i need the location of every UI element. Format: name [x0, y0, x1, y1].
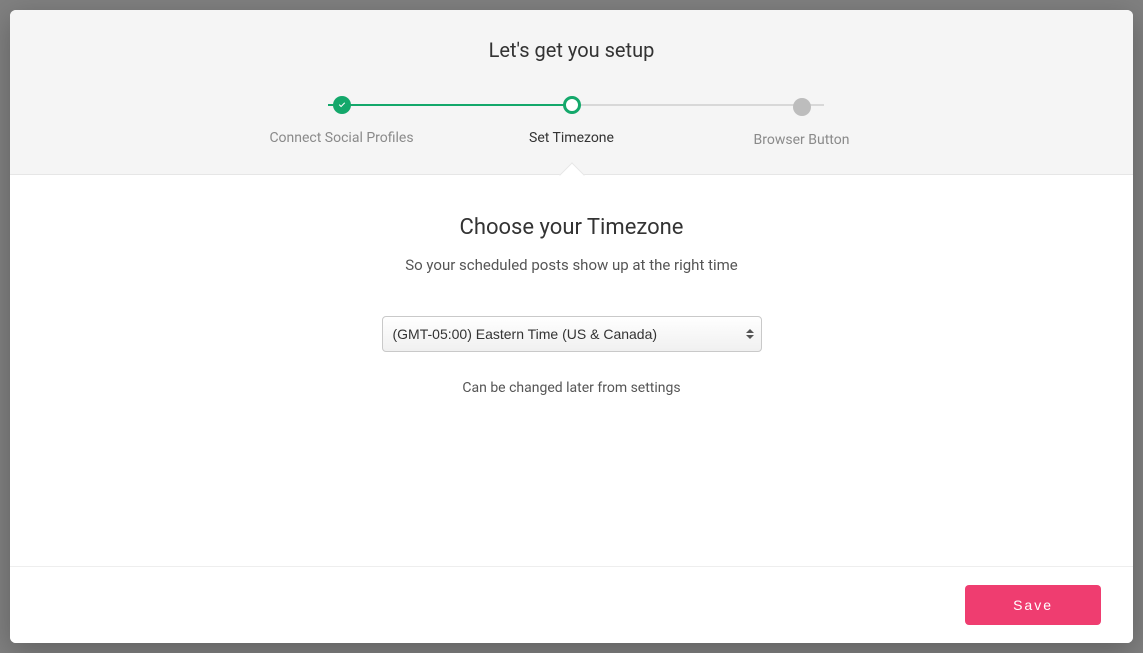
check-circle-icon — [333, 96, 351, 114]
settings-hint: Can be changed later from settings — [50, 380, 1093, 396]
circle-filled-icon — [793, 98, 811, 116]
modal-footer: Save — [10, 566, 1133, 643]
step-connect-profiles[interactable]: Connect Social Profiles — [262, 96, 422, 148]
modal-title: Let's get you setup — [50, 38, 1093, 62]
modal-body: Choose your Timezone So your scheduled p… — [10, 175, 1133, 566]
section-subheading: So your scheduled posts show up at the r… — [50, 256, 1093, 274]
section-heading: Choose your Timezone — [50, 215, 1093, 240]
step-label: Browser Button — [754, 132, 850, 148]
step-set-timezone[interactable]: Set Timezone — [492, 96, 652, 148]
timezone-select[interactable]: (GMT-05:00) Eastern Time (US & Canada) — [382, 316, 762, 352]
setup-modal: Let's get you setup Connect Social Profi… — [10, 10, 1133, 643]
step-label: Set Timezone — [529, 130, 614, 146]
modal-header: Let's get you setup Connect Social Profi… — [10, 10, 1133, 175]
timezone-select-wrap: (GMT-05:00) Eastern Time (US & Canada) — [382, 316, 762, 352]
save-button[interactable]: Save — [965, 585, 1101, 625]
step-label: Connect Social Profiles — [269, 130, 413, 146]
step-browser-button[interactable]: Browser Button — [722, 96, 882, 148]
circle-outline-icon — [563, 96, 581, 114]
